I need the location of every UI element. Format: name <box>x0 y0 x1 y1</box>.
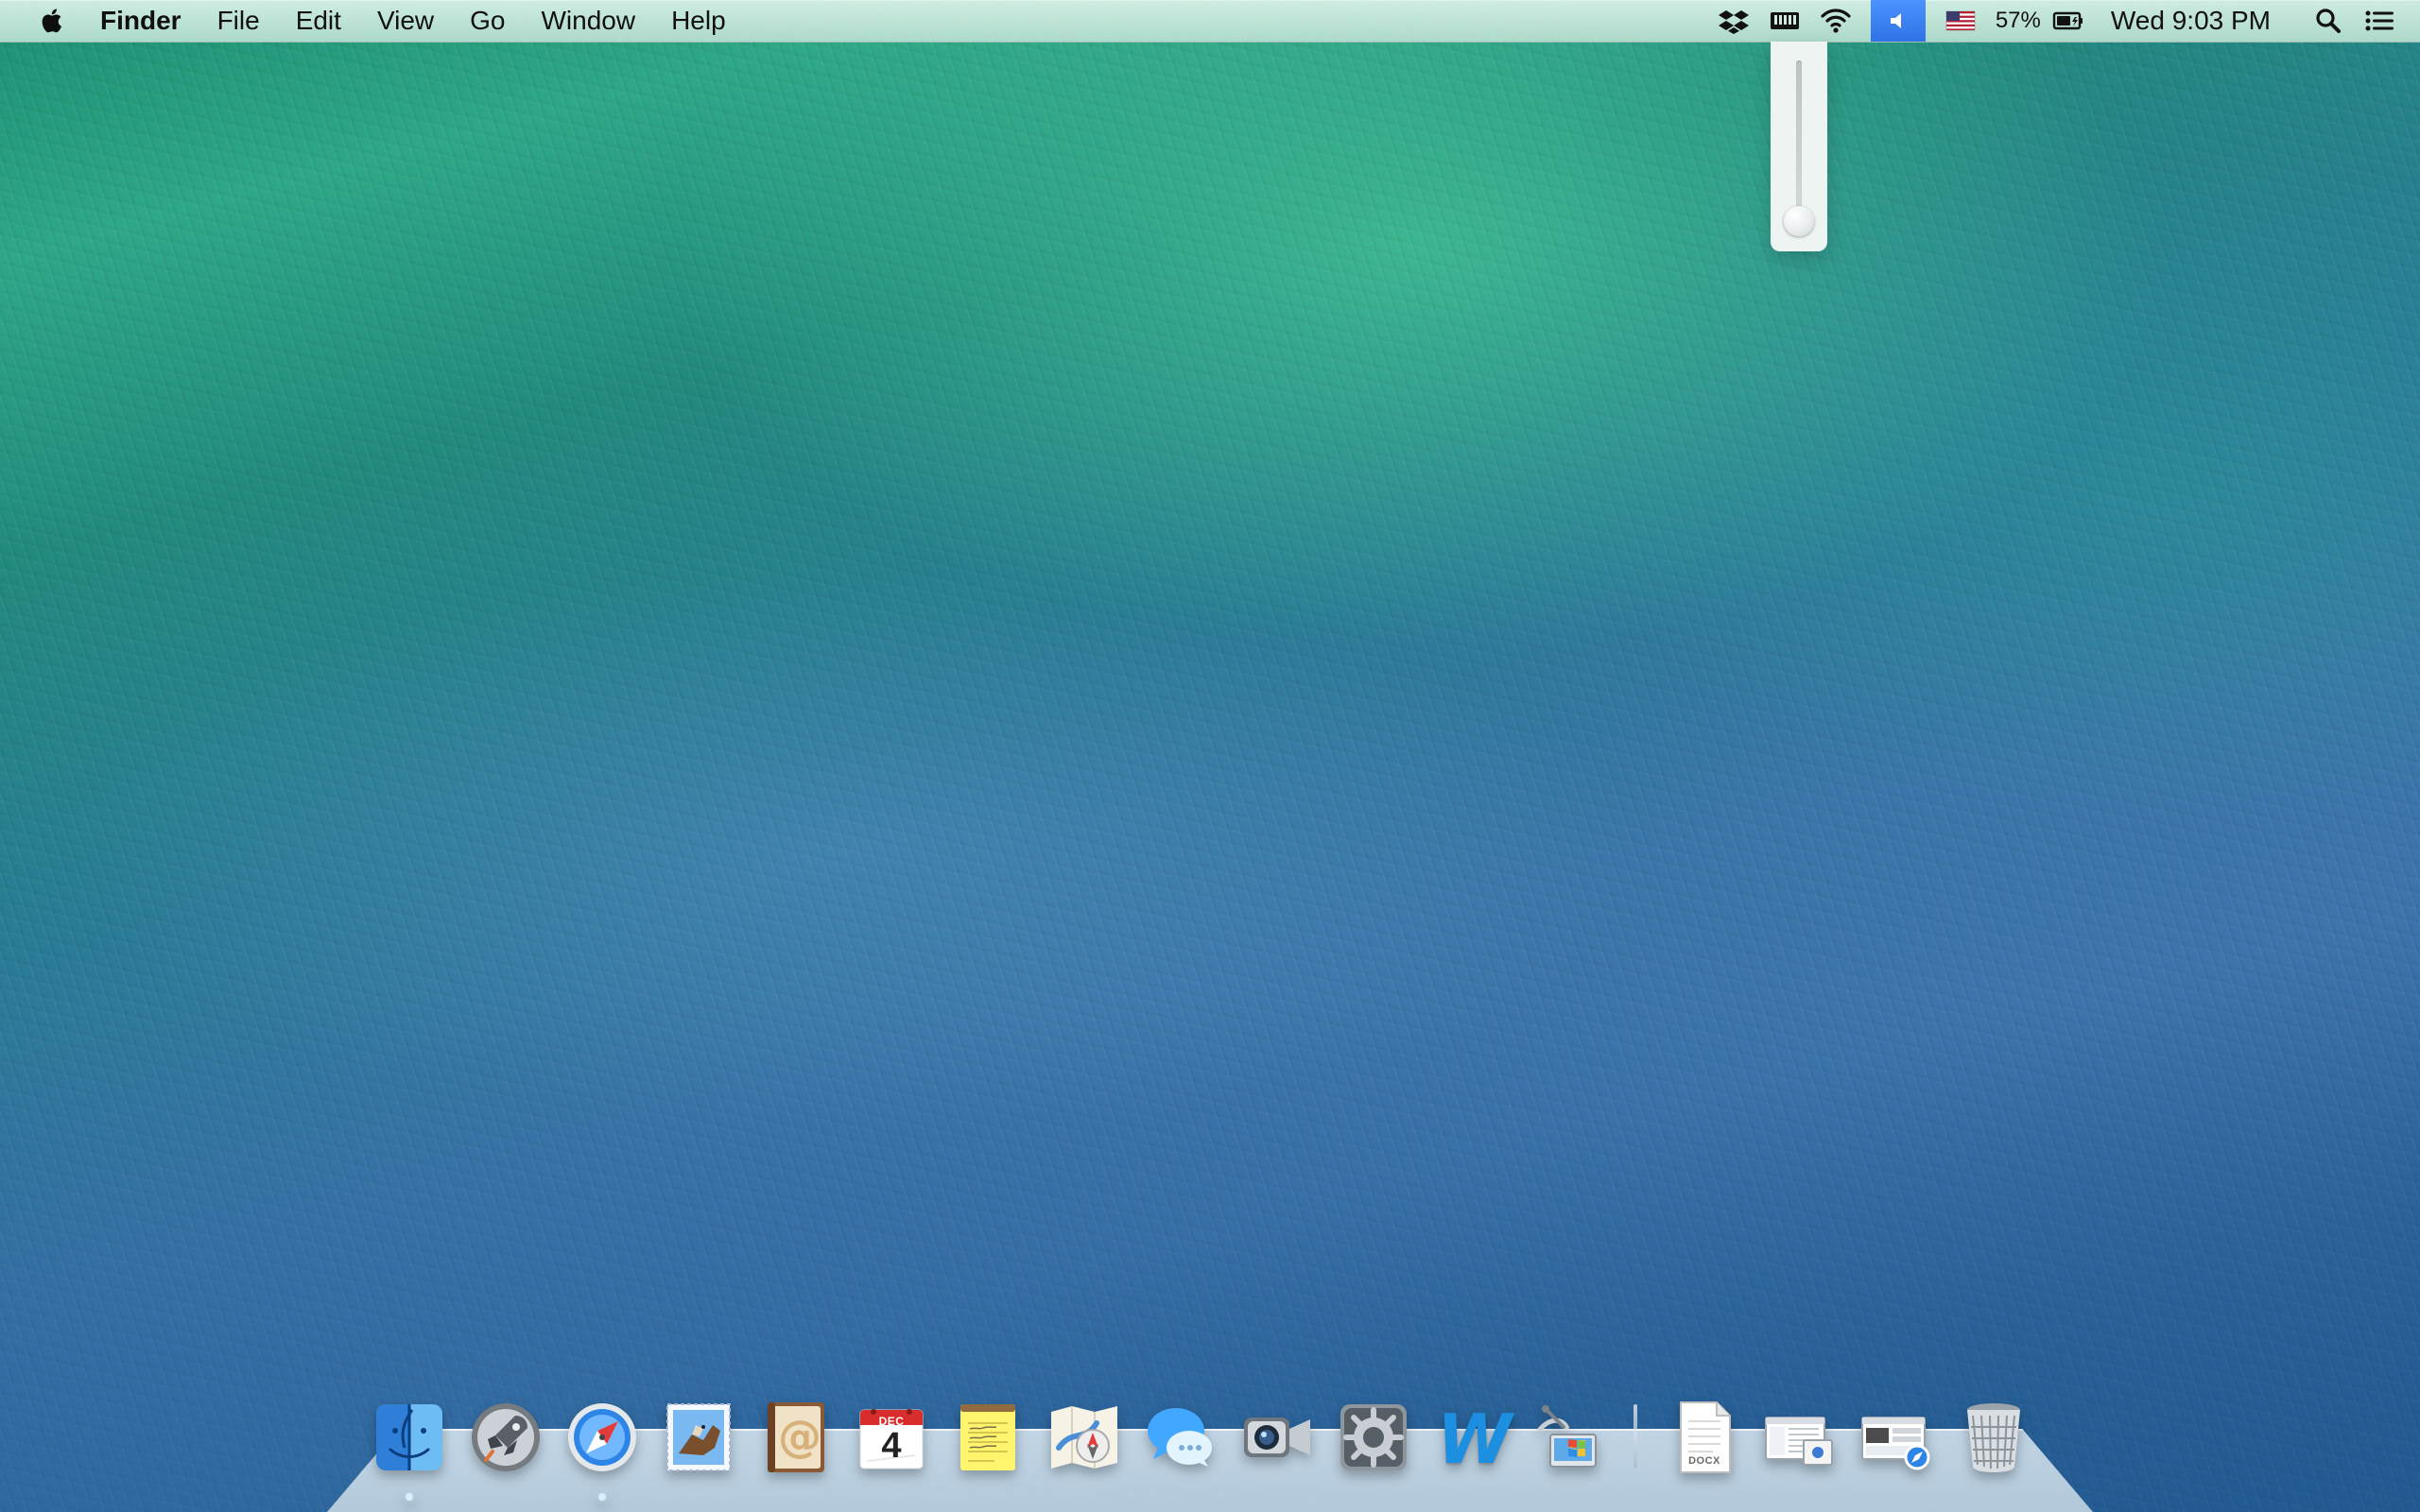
menu-bar-right: 57% Wed 9:03 PM <box>1718 0 2420 42</box>
running-indicator <box>598 1493 606 1501</box>
running-indicator <box>406 1493 413 1501</box>
word-letter: W <box>1437 1400 1512 1479</box>
dock-item-downloads[interactable] <box>1758 1395 1843 1480</box>
dock-item-maps[interactable] <box>1042 1395 1127 1480</box>
menu-help[interactable]: Help <box>671 0 726 42</box>
menu-file[interactable]: File <box>217 0 260 42</box>
battery-icon[interactable] <box>2052 5 2084 37</box>
stamp-icon <box>666 1403 731 1471</box>
dock-item-document[interactable]: DOCX <box>1662 1395 1747 1480</box>
gear-icon <box>1340 1404 1407 1470</box>
contacts-symbol: @ <box>778 1411 821 1462</box>
document-type-label: DOCX <box>1688 1455 1720 1467</box>
memory-icon[interactable] <box>1769 5 1801 37</box>
dock-item-trash[interactable] <box>1951 1395 2036 1480</box>
dock-item-contacts[interactable]: @ <box>752 1395 838 1480</box>
volume-slider-thumb[interactable] <box>1784 206 1814 236</box>
spotlight-search-icon[interactable] <box>2312 5 2344 37</box>
notes-icon <box>960 1404 1015 1470</box>
menu-view[interactable]: View <box>377 0 434 42</box>
menu-app-finder[interactable]: Finder <box>100 0 182 42</box>
camera-icon <box>1244 1418 1310 1457</box>
dock-item-facetime[interactable] <box>1235 1395 1320 1480</box>
wifi-icon[interactable] <box>1820 5 1852 37</box>
dock-item-launchpad[interactable] <box>463 1395 548 1480</box>
dock-item-mail[interactable] <box>656 1395 741 1480</box>
dock-separator <box>1634 1404 1637 1469</box>
menu-bar-left: Finder File Edit View Go Window Help <box>0 0 762 42</box>
dock-item-notes[interactable] <box>945 1395 1030 1480</box>
volume-slider-track[interactable] <box>1796 60 1802 231</box>
menu-go[interactable]: Go <box>470 0 505 42</box>
menu-clock[interactable]: Wed 9:03 PM <box>2111 6 2271 36</box>
notification-center-icon[interactable] <box>2363 5 2395 37</box>
battery-percentage: 57% <box>1995 8 2041 33</box>
dock-item-calendar[interactable]: DEC 4 <box>849 1395 934 1480</box>
dock-item-safari-window[interactable] <box>1855 1395 1940 1480</box>
volume-icon <box>1890 13 1901 28</box>
menu-edit[interactable]: Edit <box>296 0 341 42</box>
dock-item-system-preferences[interactable] <box>1331 1395 1416 1480</box>
dock-item-messages[interactable] <box>1138 1395 1223 1480</box>
window-stack-icon <box>1765 1417 1833 1466</box>
trash-icon <box>1967 1403 2020 1472</box>
apple-icon[interactable] <box>38 6 68 36</box>
document-icon <box>1680 1401 1731 1473</box>
dock-item-safari[interactable] <box>560 1395 645 1501</box>
menu-bar: Finder File Edit View Go Window Help 57%… <box>0 0 2420 43</box>
dock-items: @ DEC 4 W DOCX <box>367 1395 2036 1501</box>
satellite-icon <box>1536 1405 1597 1468</box>
dropbox-icon[interactable] <box>1718 5 1750 37</box>
dock-item-remote-desktop[interactable] <box>1524 1395 1609 1480</box>
volume-button[interactable] <box>1870 0 1926 42</box>
menu-window[interactable]: Window <box>541 0 635 42</box>
volume-popup <box>1771 42 1827 251</box>
browser-window-icon <box>1861 1417 1930 1470</box>
dock-item-word[interactable]: W <box>1427 1395 1512 1480</box>
rocket-icon <box>472 1403 540 1471</box>
dock-item-finder[interactable] <box>367 1395 452 1501</box>
chat-bubble-icon <box>1148 1408 1212 1467</box>
compass-icon <box>568 1403 636 1471</box>
flag-icon[interactable] <box>1945 5 1977 37</box>
finder-icon <box>376 1404 442 1470</box>
dock: @ DEC 4 W DOCX <box>327 1401 2093 1512</box>
map-icon <box>1051 1406 1117 1469</box>
calendar-day: 4 <box>881 1426 902 1466</box>
